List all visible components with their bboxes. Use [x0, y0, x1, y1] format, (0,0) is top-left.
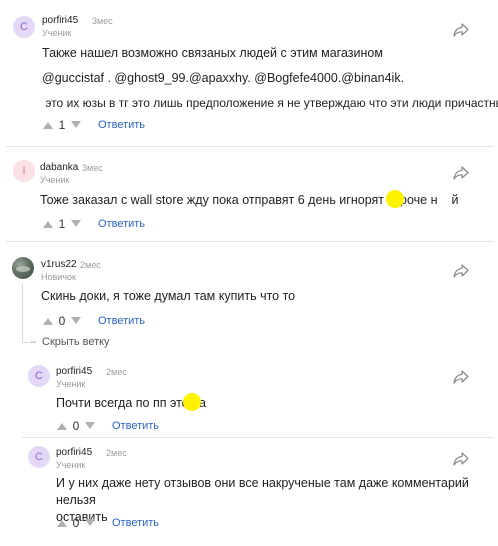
arrow-up-icon[interactable] — [42, 219, 54, 229]
avatar[interactable]: C — [28, 446, 50, 468]
avatar[interactable]: C — [13, 16, 35, 38]
vote-score: 0 — [58, 314, 66, 328]
arrow-down-icon[interactable] — [70, 219, 82, 229]
share-icon[interactable] — [453, 166, 469, 180]
collapse-thread-label: Скрыть ветку — [42, 336, 110, 348]
comment-actions: 1 Ответить — [42, 117, 145, 133]
arrow-up-icon[interactable] — [56, 518, 68, 528]
avatar[interactable] — [12, 257, 34, 279]
arrow-down-icon[interactable] — [70, 120, 82, 130]
share-icon[interactable] — [453, 264, 469, 278]
author-role: Ученик — [56, 379, 86, 389]
comments-page: C porfiri45 3мес Ученик Также нашел возм… — [0, 0, 498, 546]
thread-line — [22, 284, 23, 342]
comment-text-line: Тоже заказал с wall store жду пока отпра… — [40, 193, 438, 207]
vote-score: 1 — [58, 217, 66, 231]
comment-author[interactable]: porfiri45 — [42, 15, 78, 26]
arrow-down-icon[interactable] — [84, 518, 96, 528]
comment: C porfiri45 2мес Ученик Почти всегда по … — [0, 355, 498, 435]
reply-button[interactable]: Ответить — [98, 218, 145, 230]
comment: C porfiri45 3мес Ученик Также нашел возм… — [0, 0, 498, 150]
comment-text-line: @guccistaf . @ghost9_99.@apaxxhy. @Bogfe… — [42, 71, 405, 85]
comment-actions: 1 Ответить — [42, 216, 145, 232]
arrow-up-icon[interactable] — [42, 316, 54, 326]
arrow-up-icon[interactable] — [56, 421, 68, 431]
comment-actions: 0 Ответить — [56, 418, 159, 434]
comment-time: 3мес — [82, 163, 103, 173]
comment-text-line: это их юзы в тг это лишь предположение я… — [42, 96, 498, 110]
comment-time: 2мес — [80, 260, 101, 270]
minus-icon: – — [30, 336, 37, 348]
comment-actions: 0 Ответить — [42, 313, 145, 329]
reply-button[interactable]: Ответить — [112, 420, 159, 432]
collapse-thread-button[interactable]: – Скрыть ветку — [30, 336, 110, 348]
vote-score: 0 — [72, 516, 80, 530]
author-role: Ученик — [40, 175, 70, 185]
avatar[interactable]: C — [28, 365, 50, 387]
redaction-mark — [183, 393, 201, 411]
author-role: Новичок — [41, 272, 76, 282]
comment: I dabanka 3мес Ученик Тоже заказал с wal… — [0, 150, 498, 240]
comment-text: Почти всегда по пп это на — [56, 393, 476, 413]
comment-time: 3мес — [92, 16, 113, 26]
divider — [6, 146, 494, 147]
comment-text-line: Почти всегда по пп это на — [56, 396, 206, 410]
author-role: Ученик — [56, 460, 86, 470]
author-role: Ученик — [42, 28, 72, 38]
comment-text: Тоже заказал с wall store жду пока отпра… — [40, 190, 480, 210]
reply-button[interactable]: Ответить — [98, 119, 145, 131]
comment: C porfiri45 2мес Ученик И у них даже нет… — [0, 438, 498, 546]
vote-score: 0 — [72, 419, 80, 433]
share-icon[interactable] — [453, 370, 469, 384]
comment-author[interactable]: porfiri45 — [56, 447, 92, 458]
comment-text-line: Скинь доки, я тоже думал там купить что … — [41, 289, 296, 303]
arrow-down-icon[interactable] — [70, 316, 82, 326]
thread-line — [22, 342, 28, 343]
avatar[interactable]: I — [13, 160, 35, 182]
comment-author[interactable]: porfiri45 — [56, 366, 92, 377]
comment-text: Также нашел возможно связаных людей с эт… — [42, 43, 498, 113]
comment-actions: 0 Ответить — [56, 515, 159, 531]
share-icon[interactable] — [453, 23, 469, 37]
share-icon[interactable] — [453, 452, 469, 466]
comment-text: Скинь доки, я тоже думал там купить что … — [41, 286, 481, 306]
comment-author[interactable]: v1rus22 — [41, 259, 77, 270]
comment-text-line: Также нашел возможно связаных людей с эт… — [42, 46, 383, 60]
divider — [6, 241, 494, 242]
comment-text-line: И у них даже нету отзывов они все накруч… — [56, 476, 469, 507]
comment-author[interactable]: dabanka — [40, 162, 78, 173]
comment-text-tail: й — [451, 193, 459, 207]
arrow-up-icon[interactable] — [42, 120, 54, 130]
redaction-mark — [386, 190, 404, 208]
vote-score: 1 — [58, 118, 66, 132]
reply-button[interactable]: Ответить — [112, 517, 159, 529]
reply-button[interactable]: Ответить — [98, 315, 145, 327]
comment-time: 2мес — [106, 448, 127, 458]
arrow-down-icon[interactable] — [84, 421, 96, 431]
comment-time: 2мес — [106, 367, 127, 377]
